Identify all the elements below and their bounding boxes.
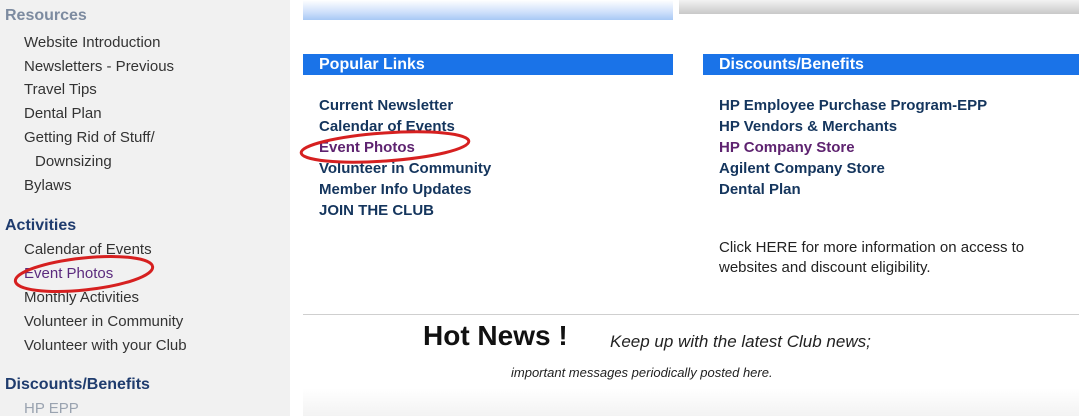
- left-sidebar: Resources Website Introduction Newslette…: [0, 0, 290, 416]
- discount-eligibility-info: Click HERE for more information on acces…: [719, 238, 1079, 278]
- link-event-photos[interactable]: Event Photos: [319, 139, 415, 156]
- link-hp-company-store[interactable]: HP Company Store: [719, 139, 855, 156]
- sidebar-item-calendar-of-events[interactable]: Calendar of Events: [24, 241, 152, 258]
- here-link[interactable]: HERE: [756, 239, 798, 256]
- link-hp-employee-purchase-program[interactable]: HP Employee Purchase Program-EPP: [719, 97, 987, 114]
- sidebar-item-bylaws[interactable]: Bylaws: [24, 177, 72, 194]
- hot-news-subtitle: Keep up with the latest Club news;: [610, 332, 871, 351]
- link-agilent-company-store[interactable]: Agilent Company Store: [719, 160, 885, 177]
- sidebar-item-travel-tips[interactable]: Travel Tips: [24, 81, 97, 98]
- section-divider: [303, 314, 1079, 315]
- activities-heading: Activities: [5, 217, 77, 234]
- link-dental-plan[interactable]: Dental Plan: [719, 181, 801, 198]
- link-volunteer-in-community[interactable]: Volunteer in Community: [319, 160, 491, 177]
- discounts-heading: Discounts/Benefits: [5, 376, 150, 393]
- link-hp-vendors-merchants[interactable]: HP Vendors & Merchants: [719, 118, 897, 135]
- resources-heading: Resources: [5, 7, 87, 24]
- sidebar-item-website-introduction[interactable]: Website Introduction: [24, 34, 160, 51]
- hot-news-message: important messages periodically posted h…: [511, 365, 773, 380]
- link-member-info-updates[interactable]: Member Info Updates: [319, 181, 472, 198]
- sidebar-item-volunteer-in-community[interactable]: Volunteer in Community: [24, 313, 183, 330]
- top-photo-strip: [679, 0, 1079, 14]
- sidebar-item-event-photos[interactable]: Event Photos: [24, 265, 113, 282]
- link-calendar-of-events[interactable]: Calendar of Events: [319, 118, 455, 135]
- sidebar-item-downsizing[interactable]: Downsizing: [35, 153, 112, 170]
- sidebar-item-newsletters-previous[interactable]: Newsletters - Previous: [24, 58, 174, 75]
- sidebar-item-hp-epp[interactable]: HP EPP: [24, 400, 79, 416]
- sidebar-item-dental-plan[interactable]: Dental Plan: [24, 105, 102, 122]
- link-current-newsletter[interactable]: Current Newsletter: [319, 97, 453, 114]
- hot-news-title: Hot News !: [423, 320, 568, 351]
- sidebar-item-getting-rid-of-stuff[interactable]: Getting Rid of Stuff/: [24, 129, 155, 146]
- sidebar-item-volunteer-with-your-club[interactable]: Volunteer with your Club: [24, 337, 187, 354]
- top-banner: [303, 0, 673, 20]
- popular-links-header: Popular Links: [303, 54, 673, 75]
- bottom-shade: [303, 388, 1079, 416]
- sidebar-item-monthly-activities[interactable]: Monthly Activities: [24, 289, 139, 306]
- link-join-the-club[interactable]: JOIN THE CLUB: [319, 202, 434, 219]
- discounts-benefits-header: Discounts/Benefits: [703, 54, 1079, 75]
- info-prefix: Click: [719, 239, 756, 256]
